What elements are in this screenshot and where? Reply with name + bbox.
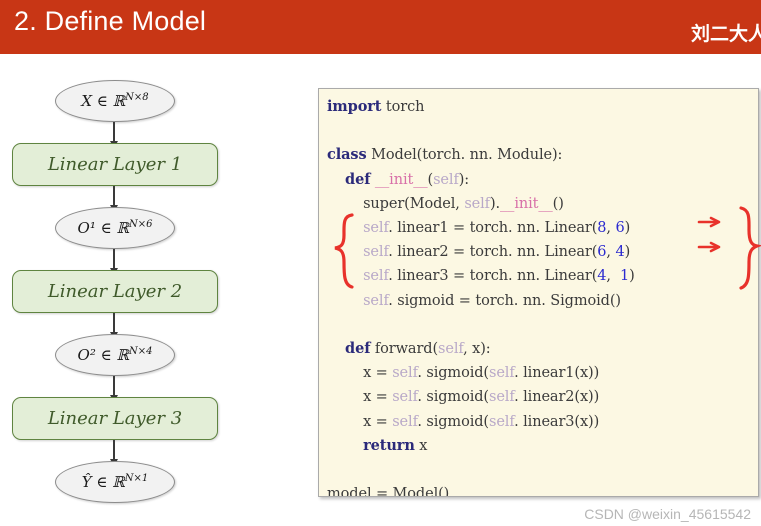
code-token: . sigmoid( [417, 389, 489, 406]
code-token: self [464, 195, 490, 212]
code-token: ) [624, 220, 631, 237]
code-token: , x): [463, 341, 491, 358]
node-input-x: X ∈ ℝN×8 [55, 80, 175, 122]
code-snippet-text: import torch class Model(torch. nn. Modu… [327, 95, 635, 497]
arrow-layer3-to-yhat [110, 440, 118, 466]
code-token: ). [489, 195, 501, 212]
code-token: torch [381, 99, 425, 115]
node-linear-layer-1-label: Linear Layer 1 [47, 154, 183, 175]
code-token: x = [327, 389, 393, 406]
code-token: . linear2(x)) [514, 389, 600, 406]
code-token: self [488, 413, 515, 430]
code-token: Model(torch. nn. Module): [366, 147, 563, 164]
arrow-o2-to-layer3 [110, 376, 118, 402]
code-token: return [363, 436, 415, 454]
code-token: import [327, 98, 382, 115]
code-token: 1 [619, 268, 630, 285]
code-token: . linear1(x)) [514, 365, 600, 382]
code-token: self [438, 341, 464, 358]
arrow-x-to-layer1 [110, 122, 118, 148]
code-token: x [414, 437, 428, 454]
node-output-o2-label: O² ∈ ℝN×4 [77, 346, 153, 364]
code-token: super(Model, [327, 195, 465, 212]
node-output-yhat: Ŷ ∈ ℝN×1 [55, 461, 175, 503]
code-token: . linear2 = torch. nn. Linear( [388, 244, 598, 261]
code-token: x = [327, 365, 393, 382]
code-token: self [488, 389, 515, 406]
node-linear-layer-3: Linear Layer 3 [12, 397, 218, 440]
arrow-o1-to-layer2 [110, 249, 118, 275]
code-token: 4 [615, 244, 625, 261]
code-token: self [363, 268, 389, 285]
node-output-o2: O² ∈ ℝN×4 [55, 334, 175, 376]
node-linear-layer-2-label: Linear Layer 2 [47, 281, 183, 302]
code-token: __init__ [500, 195, 553, 212]
page-title: 2. Define Model [14, 6, 207, 36]
code-snippet-panel: import torch class Model(torch. nn. Modu… [318, 88, 759, 497]
csdn-watermark: CSDN @weixin_45615542 [584, 506, 751, 522]
code-token: . linear3(x)) [514, 413, 600, 430]
model-architecture-diagram: X ∈ ℝN×8 Linear Layer 1 O¹ ∈ ℝN×6 Linear… [0, 54, 300, 526]
code-token: . sigmoid( [417, 413, 489, 430]
node-linear-layer-3-label: Linear Layer 3 [47, 408, 183, 429]
node-linear-layer-2: Linear Layer 2 [12, 270, 218, 313]
node-output-o1-label: O¹ ∈ ℝN×6 [77, 219, 153, 237]
code-token: self [433, 171, 459, 188]
code-token: ) [624, 244, 631, 261]
code-token: self [363, 292, 389, 309]
slide-header-bar: 2. Define Model 刘二大人 [0, 0, 761, 54]
code-token: self [392, 413, 418, 430]
code-token: . linear3 = torch. nn. Linear( [388, 268, 598, 285]
code-token: x = [327, 413, 393, 430]
code-token: def [345, 170, 371, 188]
code-token: model = Model() [327, 486, 450, 497]
code-token: ) [629, 268, 635, 285]
node-output-o1: O¹ ∈ ℝN×6 [55, 207, 175, 249]
code-token: __init__ [374, 171, 428, 188]
author-label: 刘二大人 [690, 23, 761, 45]
code-token: self [488, 365, 515, 382]
code-token: , [606, 268, 620, 285]
code-token: . linear1 = torch. nn. Linear( [388, 220, 598, 237]
code-token: self [363, 220, 389, 237]
code-token: def [345, 340, 371, 358]
node-linear-layer-1: Linear Layer 1 [12, 143, 218, 186]
code-token: self [363, 244, 389, 261]
code-token: self [392, 365, 418, 382]
code-token: 6 [615, 220, 625, 237]
node-output-yhat-label: Ŷ ∈ ℝN×1 [81, 473, 149, 491]
arrow-layer1-to-o1 [110, 186, 118, 212]
code-token: . sigmoid( [417, 365, 489, 382]
code-token: . sigmoid = torch. nn. Sigmoid() [388, 292, 621, 309]
code-token: forward( [370, 341, 439, 358]
arrow-layer2-to-o2 [110, 313, 118, 339]
code-token: class [327, 146, 367, 164]
code-token: ): [458, 171, 470, 188]
node-input-x-label: X ∈ ℝN×8 [81, 92, 149, 110]
code-token: self [392, 389, 418, 406]
code-token: () [552, 195, 564, 212]
